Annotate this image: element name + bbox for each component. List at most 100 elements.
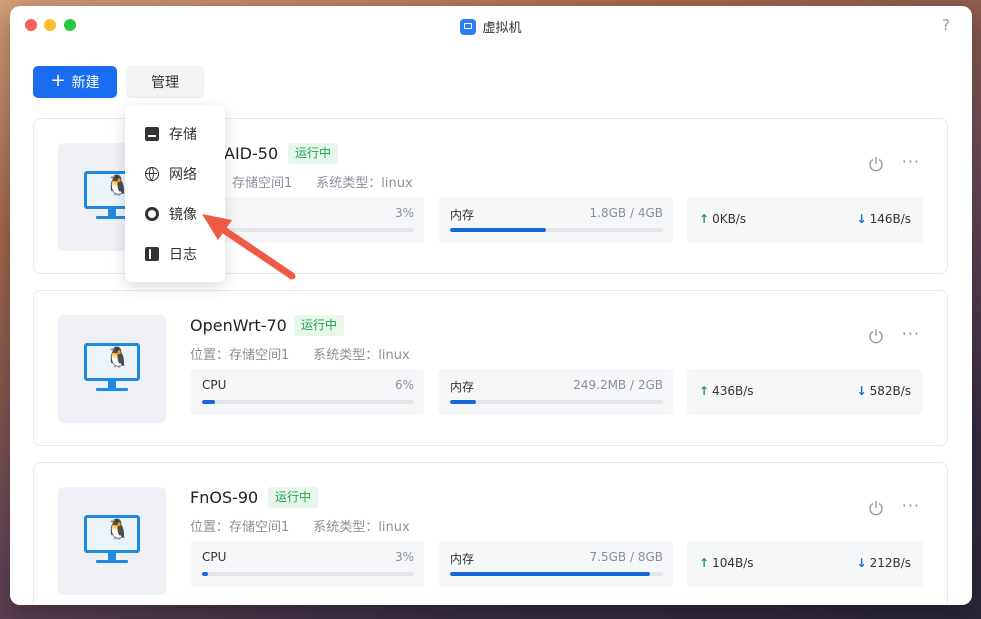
download-speed: ↓ 582B/s — [857, 384, 912, 398]
vm-meta: 存储空间1 系统类型：linux — [232, 172, 413, 191]
network-metric: ↑ 436B/s ↓ 582B/s — [687, 369, 923, 415]
upload-speed: ↑ 0KB/s — [699, 212, 746, 226]
arrow-down-icon: ↓ — [856, 384, 867, 398]
vm-app-icon — [460, 19, 477, 35]
menu-item-network[interactable]: 网络 — [125, 154, 225, 194]
vm-os-type: 系统类型：linux — [313, 520, 410, 535]
window-title-text: 虚拟机 — [482, 21, 522, 36]
memory-metric: 内存 7.5GB / 8GB — [438, 541, 673, 587]
arrow-down-icon: ↓ — [856, 212, 867, 226]
network-metric: ↑ 104B/s ↓ 212B/s — [687, 541, 923, 587]
power-icon[interactable] — [868, 500, 884, 516]
vm-os-type: 系统类型：linux — [313, 348, 410, 363]
cpu-bar-fill — [202, 572, 209, 576]
vm-thumbnail: 🐧 — [58, 487, 166, 595]
vm-os-type: 系统类型：linux — [316, 176, 412, 191]
memory-metric: 内存 1.8GB / 4GB — [438, 197, 673, 243]
menu-item-image[interactable]: 镜像 — [125, 194, 225, 234]
vm-manager-window: 虚拟机 ? + 新建 管理 🐧 AID-50 运行中 存储空间1 系统类型：lin… — [10, 6, 972, 605]
os-type-prefix: 系统类型： — [316, 176, 382, 191]
download-value: 212B/s — [869, 556, 911, 570]
power-icon[interactable] — [868, 328, 884, 344]
new-vm-button[interactable]: + 新建 — [33, 66, 117, 98]
vm-card[interactable]: 🐧 OpenWrt-70 运行中 位置：存储空间1 系统类型：linux ··· … — [33, 290, 948, 446]
memory-bar-fill — [450, 400, 476, 404]
power-icon[interactable] — [868, 156, 884, 172]
more-options-icon[interactable]: ··· — [902, 324, 920, 343]
manage-dropdown-menu: 存储 网络 镜像 日志 — [125, 106, 225, 282]
memory-bar-fill — [450, 572, 651, 576]
memory-value: 249.2MB / 2GB — [573, 378, 663, 392]
book-icon — [145, 247, 159, 261]
memory-label: 内存 — [450, 552, 475, 566]
new-vm-label: 新建 — [71, 75, 100, 91]
memory-bar — [450, 228, 663, 232]
status-badge: 运行中 — [294, 315, 345, 336]
window-title: 虚拟机 — [10, 17, 972, 36]
download-value: 146B/s — [869, 212, 911, 226]
status-badge: 运行中 — [268, 487, 319, 508]
arrow-up-icon: ↑ — [699, 212, 710, 226]
vm-card[interactable]: 🐧 FnOS-90 运行中 位置：存储空间1 系统类型：linux ··· CPU… — [33, 462, 948, 605]
memory-label: 内存 — [450, 208, 475, 222]
memory-label: 内存 — [450, 380, 475, 394]
vm-thumbnail: 🐧 — [58, 315, 166, 423]
arrow-up-icon: ↑ — [699, 384, 710, 398]
arrow-up-icon: ↑ — [699, 556, 710, 570]
memory-bar — [450, 400, 663, 404]
vm-meta: 位置：存储空间1 系统类型：linux — [190, 516, 410, 535]
arrow-down-icon: ↓ — [856, 556, 867, 570]
cpu-bar — [202, 228, 414, 232]
cpu-value: 6% — [394, 378, 414, 392]
cpu-value: 3% — [394, 206, 414, 220]
help-icon[interactable]: ? — [942, 16, 950, 34]
globe-icon — [145, 167, 159, 181]
memory-value: 1.8GB / 4GB — [589, 206, 663, 220]
more-options-icon[interactable]: ··· — [902, 152, 920, 171]
download-speed: ↓ 212B/s — [857, 556, 912, 570]
vm-meta: 位置：存储空间1 系统类型：linux — [190, 344, 410, 363]
menu-item-logs[interactable]: 日志 — [125, 234, 225, 274]
more-options-icon[interactable]: ··· — [902, 496, 920, 515]
vm-name: OpenWrt-70 — [190, 316, 287, 335]
upload-value: 104B/s — [712, 556, 754, 570]
storage-icon — [145, 127, 159, 141]
cpu-value: 3% — [394, 550, 414, 564]
cpu-metric: CPU 3% — [190, 541, 424, 587]
monitor-base — [96, 560, 128, 563]
download-speed: ↓ 146B/s — [857, 212, 912, 226]
upload-value: 0KB/s — [712, 212, 747, 226]
os-type-value: linux — [381, 176, 413, 191]
menu-item-storage[interactable]: 存储 — [125, 114, 225, 154]
status-badge: 运行中 — [288, 143, 339, 164]
memory-bar-fill — [450, 228, 546, 232]
menu-item-label: 存储 — [169, 127, 197, 143]
linux-penguin-icon: 🐧 — [105, 345, 130, 369]
memory-metric: 内存 249.2MB / 2GB — [438, 369, 673, 415]
manage-label: 管理 — [151, 75, 179, 91]
vm-location: 位置：存储空间1 — [190, 520, 290, 535]
vm-location: 存储空间1 — [232, 176, 293, 191]
manage-button[interactable]: 管理 — [126, 66, 204, 98]
cpu-metric: CPU 6% — [190, 369, 424, 415]
cpu-bar — [202, 400, 414, 404]
menu-item-label: 网络 — [169, 167, 197, 183]
cpu-label: CPU — [202, 378, 227, 392]
menu-item-label: 镜像 — [169, 207, 197, 223]
download-value: 582B/s — [869, 384, 911, 398]
cpu-label: CPU — [202, 550, 227, 564]
monitor-base — [96, 216, 128, 219]
monitor-base — [96, 388, 128, 391]
cpu-bar-fill — [202, 400, 215, 404]
upload-value: 436B/s — [712, 384, 754, 398]
upload-speed: ↑ 104B/s — [699, 556, 754, 570]
linux-penguin-icon: 🐧 — [105, 517, 130, 541]
menu-item-label: 日志 — [169, 247, 197, 263]
cpu-bar — [202, 572, 414, 576]
vm-name: FnOS-90 — [190, 488, 259, 507]
upload-speed: ↑ 436B/s — [699, 384, 754, 398]
memory-bar — [450, 572, 663, 576]
disc-icon — [145, 207, 159, 221]
title-bar: 虚拟机 ? — [10, 6, 972, 46]
vm-location: 位置：存储空间1 — [190, 348, 290, 363]
